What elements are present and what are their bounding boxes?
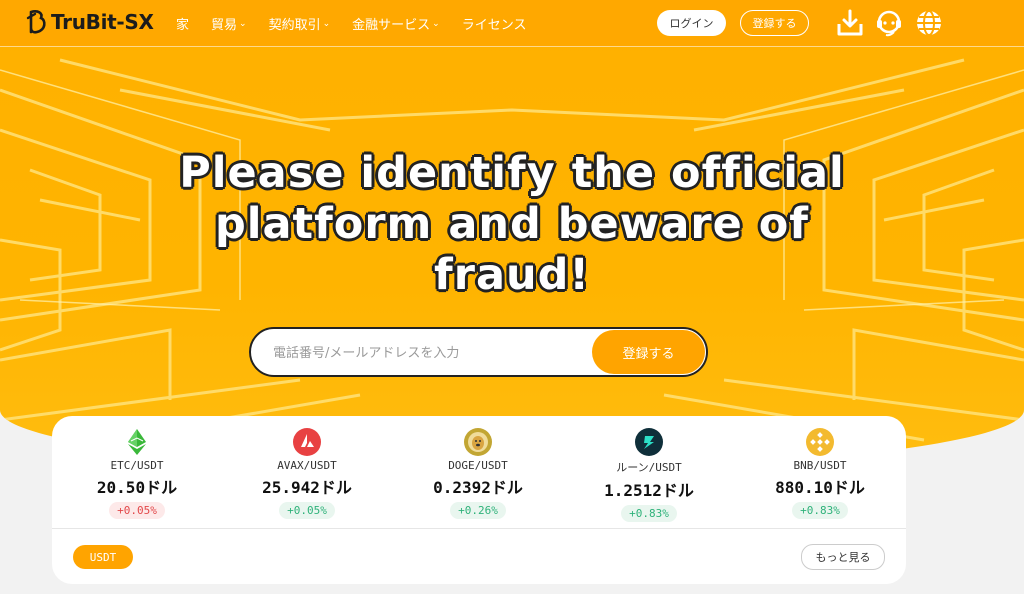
- card-divider: [52, 528, 906, 529]
- bnb-coin-icon: [806, 428, 834, 456]
- signup-submit-button[interactable]: 登録する: [592, 330, 705, 374]
- chevron-down-icon: ⌄: [322, 18, 331, 29]
- support-headset-icon[interactable]: [874, 8, 904, 38]
- ticker-item[interactable]: BNB/USDT 880.10ドル +0.83%: [735, 428, 905, 519]
- nav-label: 金融サービス: [352, 18, 431, 33]
- ticker-item[interactable]: AVAX/USDT 25.942ドル +0.05%: [222, 428, 392, 519]
- hero-headline: Please identify the official platform an…: [179, 148, 845, 300]
- brand-name: TruBit-SX: [51, 10, 154, 34]
- ticker-price: 25.942ドル: [262, 478, 352, 497]
- ticker-pair: ルーン/USDT: [616, 461, 682, 474]
- ticker-price: 0.2392ドル: [433, 478, 523, 497]
- globe-language-icon[interactable]: [914, 8, 944, 38]
- tab-usdt[interactable]: USDT: [73, 545, 133, 569]
- nav-contract-trading[interactable]: 契約取引 ⌄: [269, 14, 331, 33]
- ticker-price: 880.10ドル: [775, 478, 865, 497]
- ticker-price: 1.2512ドル: [604, 481, 694, 500]
- ticker-pair: AVAX/USDT: [277, 459, 337, 472]
- phone-email-input[interactable]: [271, 341, 595, 365]
- ticker-change: +0.83%: [621, 505, 677, 522]
- nav-label: 家: [176, 18, 190, 33]
- ticker-item[interactable]: DOGE/USDT 0.2392ドル +0.26%: [393, 428, 563, 519]
- ticker-price: 20.50ドル: [96, 478, 178, 497]
- ticker-pair: ETC/USDT: [110, 459, 164, 472]
- nav-label: ライセンス: [461, 18, 527, 33]
- chevron-down-icon: ⌄: [432, 18, 440, 29]
- etc-coin-icon: [128, 429, 146, 455]
- rune-coin-icon: [635, 428, 663, 456]
- nav-license[interactable]: ライセンス: [462, 14, 527, 33]
- ticker-pair: BNB/USDT: [793, 459, 847, 472]
- register-button[interactable]: 登録する: [740, 10, 809, 36]
- nav-financial-services[interactable]: 金融サービス ⌄: [352, 14, 440, 33]
- ticker-change: +0.05%: [279, 502, 335, 519]
- market-ticker-card: ETC/USDT 20.50ドル +0.05% AVAX/USDT 25.942…: [52, 416, 906, 584]
- ticker-pair: DOGE/USDT: [448, 459, 508, 472]
- nav-label: 貿易: [211, 18, 238, 33]
- ticker-change: +0.05%: [109, 502, 165, 519]
- ticker-change: +0.26%: [450, 502, 506, 519]
- doge-coin-icon: [464, 428, 492, 456]
- nav-label: 契約取引: [268, 18, 321, 33]
- download-icon[interactable]: [835, 8, 865, 38]
- top-navigation-bar: TruBit-SX 家 貿易 ⌄ 契約取引 ⌄ 金融サービス ⌄ ライセンス ログイン…: [0, 0, 1024, 47]
- main-nav: 家 貿易 ⌄ 契約取引 ⌄ 金融サービス ⌄ ライセンス: [176, 14, 548, 33]
- nav-trade[interactable]: 貿易 ⌄: [211, 14, 247, 33]
- avax-coin-icon: [293, 428, 321, 456]
- brand-logo[interactable]: TruBit-SX: [26, 8, 154, 36]
- nav-home[interactable]: 家: [176, 14, 189, 33]
- see-more-button[interactable]: もっと見る: [801, 544, 885, 570]
- ticker-change: +0.83%: [792, 502, 848, 519]
- login-button[interactable]: ログイン: [657, 10, 726, 36]
- ticker-item[interactable]: ルーン/USDT 1.2512ドル +0.83%: [564, 428, 734, 522]
- signup-form: 登録する: [249, 327, 708, 377]
- chevron-down-icon: ⌄: [239, 18, 247, 29]
- trubit-logo-icon: [26, 10, 46, 34]
- ticker-item[interactable]: ETC/USDT 20.50ドル +0.05%: [52, 428, 222, 519]
